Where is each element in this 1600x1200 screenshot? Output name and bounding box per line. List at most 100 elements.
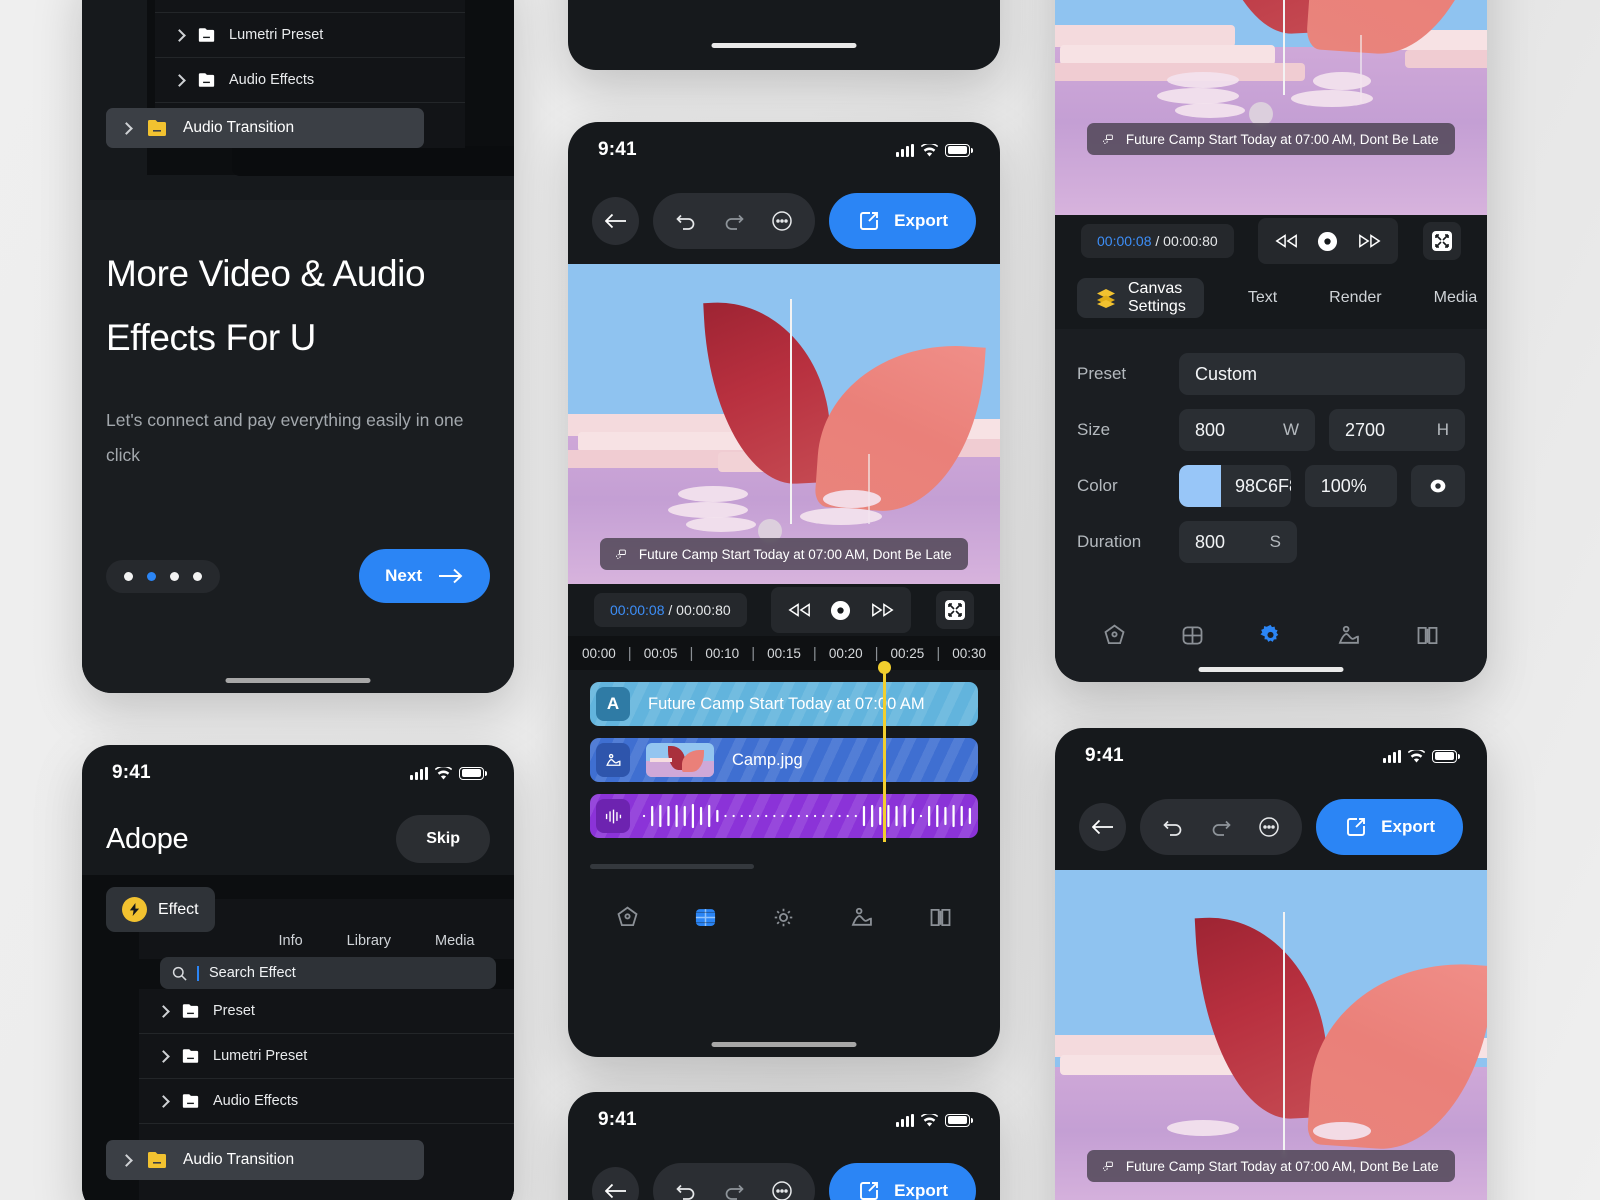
more-options-button[interactable] — [1248, 806, 1290, 848]
nav-filmstrip-icon[interactable] — [1179, 622, 1206, 649]
preset-select[interactable]: Custom — [1179, 353, 1465, 395]
tab-text[interactable]: Text — [1222, 289, 1303, 307]
timeline-ruler[interactable]: 00:00 | 00:05 | 00:10 | 00:15 | 00:20 | … — [568, 636, 1000, 670]
screen-editor-bottom-right: 9:41 Export Future Camp Start Today at 0… — [1055, 728, 1487, 1200]
wifi-icon — [921, 1113, 938, 1127]
forward-button[interactable] — [1354, 225, 1386, 257]
fullscreen-button[interactable] — [1423, 222, 1461, 260]
list-item[interactable]: Lumetri Preset — [155, 13, 465, 58]
redo-button[interactable] — [713, 1170, 755, 1200]
dot-2[interactable] — [170, 571, 179, 581]
more-options-button[interactable] — [761, 200, 803, 242]
screen-onboarding: Preset Lumetri Preset Audio Effects Audi… — [82, 0, 514, 693]
export-label: Export — [1381, 817, 1435, 836]
list-item[interactable]: Audio Effects — [139, 1079, 514, 1124]
nav-gear-icon[interactable] — [1257, 622, 1284, 649]
list-item[interactable]: Lumetri Preset — [139, 1034, 514, 1079]
forward-button[interactable] — [867, 594, 899, 626]
settings-tabs: Canvas Settings Text Render Media — [1055, 267, 1487, 329]
nav-image-icon[interactable] — [849, 904, 876, 931]
effect-chip[interactable]: Effect — [106, 887, 215, 932]
track-row[interactable]: Camp.jpg — [590, 738, 978, 782]
fullscreen-button[interactable] — [936, 591, 974, 629]
screen-editor-peek-bottom: 9:41 Export — [568, 1092, 1000, 1200]
playhead[interactable] — [878, 661, 890, 842]
next-button[interactable]: Next — [359, 549, 490, 603]
undo-icon — [676, 1184, 695, 1200]
play-button[interactable] — [1312, 225, 1344, 257]
app-title: Adope — [106, 822, 189, 855]
redo-button[interactable] — [713, 200, 755, 242]
undo-button[interactable] — [1152, 806, 1194, 848]
terrace — [1060, 45, 1275, 65]
tab-info[interactable]: Info — [278, 933, 302, 949]
pagination-dots[interactable] — [106, 559, 220, 593]
arrow-left-icon — [604, 1183, 626, 1199]
decor-blob — [1313, 72, 1371, 90]
back-button[interactable] — [592, 1167, 640, 1200]
dot-3[interactable] — [193, 571, 202, 581]
timeline-tracks[interactable]: A Future Camp Start Today at 07:00 AM Ca… — [568, 661, 1000, 858]
list-item-audio-transition[interactable]: Audio Transition — [106, 1140, 424, 1180]
more-options-button[interactable] — [761, 1170, 803, 1200]
dot-0[interactable] — [124, 571, 133, 581]
back-button[interactable] — [592, 197, 640, 245]
home-indicator — [711, 43, 857, 48]
dot-1[interactable] — [147, 571, 156, 581]
editor-toolbar: Export — [1055, 784, 1487, 870]
video-preview[interactable]: Future Camp Start Today at 07:00 AM, Don… — [1055, 0, 1487, 215]
screen-canvas-settings: Future Camp Start Today at 07:00 AM, Don… — [1055, 0, 1487, 682]
export-button[interactable]: Export — [829, 1163, 976, 1200]
redo-button[interactable] — [1200, 806, 1242, 848]
list-item[interactable]: Preset — [139, 989, 514, 1034]
tab-canvas-settings[interactable]: Canvas Settings — [1077, 278, 1204, 318]
nav-home-icon[interactable] — [1101, 622, 1128, 649]
tab-media[interactable]: Media — [435, 933, 475, 949]
cellular-icon — [896, 1113, 914, 1127]
color-swatch[interactable] — [1179, 465, 1221, 507]
export-button[interactable]: Export — [1316, 799, 1463, 855]
video-preview[interactable]: Future Camp Start Today at 07:00 AM, Don… — [1055, 870, 1487, 1200]
search-input[interactable]: Search Effect — [160, 957, 496, 989]
play-button[interactable] — [825, 594, 857, 626]
track-row[interactable]: A Future Camp Start Today at 07:00 AM — [590, 682, 978, 726]
color-input[interactable]: 98C6F8 — [1179, 465, 1291, 507]
play-icon — [831, 600, 851, 620]
waveform-icon — [605, 809, 621, 823]
nav-book-icon[interactable] — [1414, 622, 1441, 649]
tick-label: 00:15 — [767, 645, 801, 661]
nav-book-icon[interactable] — [927, 904, 954, 931]
list-item[interactable]: Preset — [155, 0, 465, 13]
undo-button[interactable] — [665, 200, 707, 242]
duration-input[interactable]: 800 S — [1179, 521, 1297, 563]
visibility-toggle-button[interactable] — [1411, 465, 1465, 507]
height-input[interactable]: 2700 H — [1329, 409, 1465, 451]
undo-button[interactable] — [665, 1170, 707, 1200]
export-button[interactable]: Export — [829, 193, 976, 249]
effect-chip-label: Effect — [158, 900, 199, 918]
tab-media[interactable]: Media — [1408, 289, 1487, 307]
folder-icon — [198, 73, 215, 87]
track-row[interactable] — [590, 794, 978, 838]
nav-home-icon[interactable] — [614, 904, 641, 931]
list-item-audio-transition[interactable]: Audio Transition — [106, 108, 424, 148]
folder-icon — [148, 1152, 166, 1168]
editor-toolbar: Export — [568, 178, 1000, 264]
opacity-input[interactable]: 100% — [1304, 465, 1397, 507]
tab-library[interactable]: Library — [347, 933, 391, 949]
list-item[interactable]: Audio Effects — [155, 58, 465, 103]
rewind-button[interactable] — [783, 594, 815, 626]
width-input[interactable]: 800 W — [1179, 409, 1315, 451]
chevron-right-icon — [173, 73, 186, 87]
tab-render[interactable]: Render — [1303, 289, 1407, 307]
color-hex: 98C6F8 — [1235, 475, 1291, 496]
back-button[interactable] — [1079, 803, 1127, 851]
skip-button[interactable]: Skip — [396, 815, 490, 863]
nav-filmstrip-icon[interactable] — [692, 904, 719, 931]
video-preview[interactable]: Future Camp Start Today at 07:00 AM, Don… — [568, 264, 1000, 584]
nav-gear-icon[interactable] — [770, 904, 797, 931]
terrace — [1405, 50, 1487, 68]
nav-image-icon[interactable] — [1336, 622, 1363, 649]
rewind-button[interactable] — [1270, 225, 1302, 257]
arrow-left-icon — [604, 213, 626, 229]
